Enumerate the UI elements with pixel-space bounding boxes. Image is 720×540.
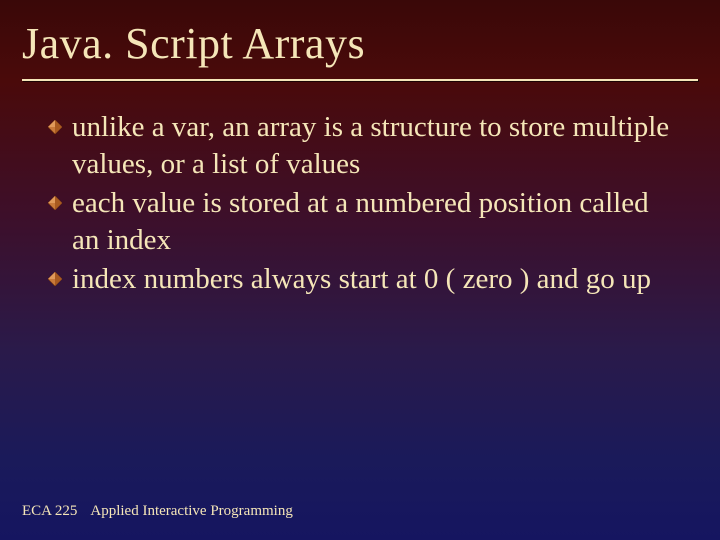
list-item: each value is stored at a numbered posit… — [48, 185, 680, 259]
list-item: unlike a var, an array is a structure to… — [48, 109, 680, 183]
slide-title: Java. Script Arrays — [0, 0, 720, 75]
footer-course-title: Applied Interactive Programming — [90, 503, 292, 519]
diamond-bullet-icon — [48, 120, 66, 138]
bullet-text: each value is stored at a numbered posit… — [72, 185, 680, 259]
bullet-text: unlike a var, an array is a structure to… — [72, 109, 680, 183]
diamond-bullet-icon — [48, 272, 66, 290]
bullet-text: index numbers always start at 0 ( zero )… — [72, 261, 651, 298]
list-item: index numbers always start at 0 ( zero )… — [48, 261, 680, 298]
slide-footer: ECA 225 Applied Interactive Programming — [22, 503, 293, 520]
slide-body: unlike a var, an array is a structure to… — [0, 81, 720, 299]
footer-course-code: ECA 225 — [22, 503, 77, 519]
diamond-bullet-icon — [48, 196, 66, 214]
